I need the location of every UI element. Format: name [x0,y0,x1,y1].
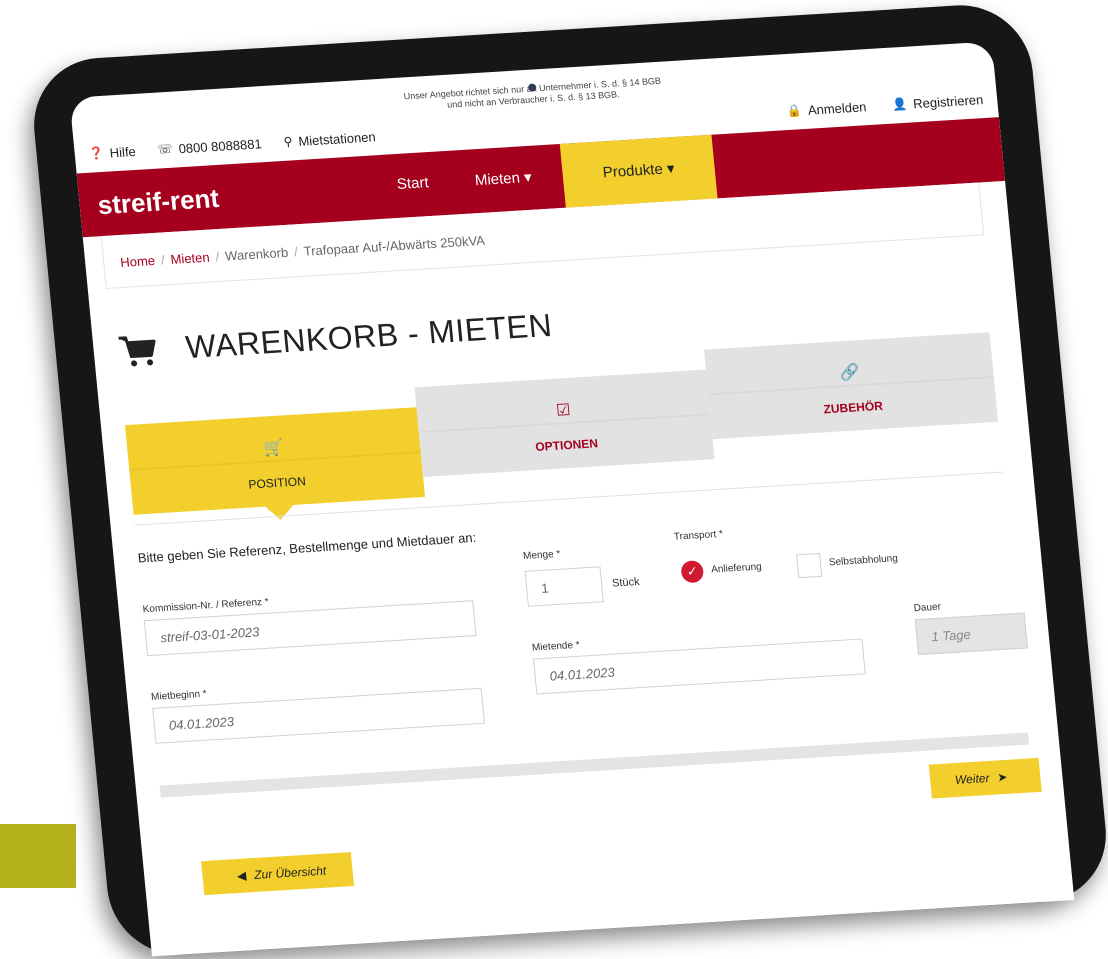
step-optionen[interactable]: ☑ OPTIONEN [414,369,715,477]
question-circle-icon: ❓ [88,145,105,161]
step-position[interactable]: 🛒 POSITION [124,407,426,515]
breadcrumb-separator: / [214,249,220,265]
nav-produkte[interactable]: Produkte ▾ [559,134,718,208]
step-position-label: POSITION [247,474,307,492]
start-date-label: Mietbeginn * [150,688,208,703]
phone-icon: ☏ [156,141,174,157]
delivery-radio[interactable]: ✓ [680,560,705,584]
end-date-input[interactable]: 04.01.2023 [532,638,866,695]
shopping-cart-icon [118,335,156,366]
map-marker-icon: ⚲ [282,134,294,149]
next-button-label: Weiter [954,770,991,788]
help-label: Hilfe [108,143,137,160]
menge-label: Menge * [522,548,561,562]
pickup-label: Selbstabholung [828,553,899,569]
breadcrumb-warenkorb[interactable]: Warenkorb [224,245,288,264]
page-title-text: WARENKORB - MIETEN [184,306,554,366]
login-label: Anmelden [807,98,868,118]
breadcrumb-separator: / [293,244,299,260]
tablet-screen: Unser Angebot richtet sich nur an Untern… [69,41,1075,957]
step-zubehoer-label: ZUBEHÖR [822,398,884,417]
phone-link[interactable]: ☏ 0800 8088881 [157,136,262,157]
breadcrumb-home[interactable]: Home [120,253,156,270]
account-links: 🔒 Anmelden 👤 Registrieren [760,92,984,121]
form-instruction: Bitte geben Sie Referenz, Bestellmenge u… [137,529,477,566]
nav-start[interactable]: Start [396,174,429,193]
overview-button-label: Zur Übersicht [253,863,327,882]
login-link[interactable]: 🔒 Anmelden [786,99,867,119]
step-optionen-label: OPTIONEN [534,436,599,455]
nav-mieten[interactable]: Mieten ▾ [474,168,532,189]
form-footer-band [159,732,1030,798]
delivery-label: Anlieferung [710,561,763,576]
stations-label: Mietstationen [297,128,377,149]
page-title: WARENKORB - MIETEN [116,307,554,370]
reference-label: Kommission-Nr. / Referenz * [142,596,270,616]
stations-link[interactable]: ⚲ Mietstationen [283,129,376,150]
breadcrumb-mieten[interactable]: Mieten [170,250,210,267]
user-icon: 👤 [891,96,908,112]
breadcrumb: Home / Mieten / Warenkorb / Trafopaar Auf-/Abw… [120,233,486,270]
phone-number: 0800 8088881 [177,135,263,156]
breadcrumb-separator: / [160,252,166,268]
step-zubehoer[interactable]: 🔗 ZUBEHÖR [704,332,999,440]
corner-accent-square [0,824,76,888]
overview-button[interactable]: ◀ Zur Übersicht [201,852,355,896]
transport-label: Transport * [673,528,724,543]
menge-input[interactable]: 1 [524,566,604,607]
arrow-left-circle-icon: ◀ [236,868,247,884]
breadcrumb-current: Trafopaar Auf-/Abwärts 250kVA [302,232,486,259]
lock-icon: 🔒 [786,103,803,119]
pickup-radio[interactable] [796,552,823,579]
menge-unit: Stück [611,575,641,590]
brand-logo[interactable]: streif-rent [96,183,220,221]
duration-field: 1 Tage [914,612,1028,656]
tablet-device: Unser Angebot richtet sich nur an Untern… [27,1,1108,959]
end-date-label: Mietende * [531,639,581,654]
register-label: Registrieren [912,91,984,111]
duration-label: Dauer [913,601,942,615]
register-link[interactable]: 👤 Registrieren [892,92,984,112]
help-link[interactable]: ❓ Hilfe [88,143,136,161]
arrow-right-circle-icon: ➤ [996,769,1009,785]
next-button[interactable]: Weiter ➤ [928,757,1042,799]
